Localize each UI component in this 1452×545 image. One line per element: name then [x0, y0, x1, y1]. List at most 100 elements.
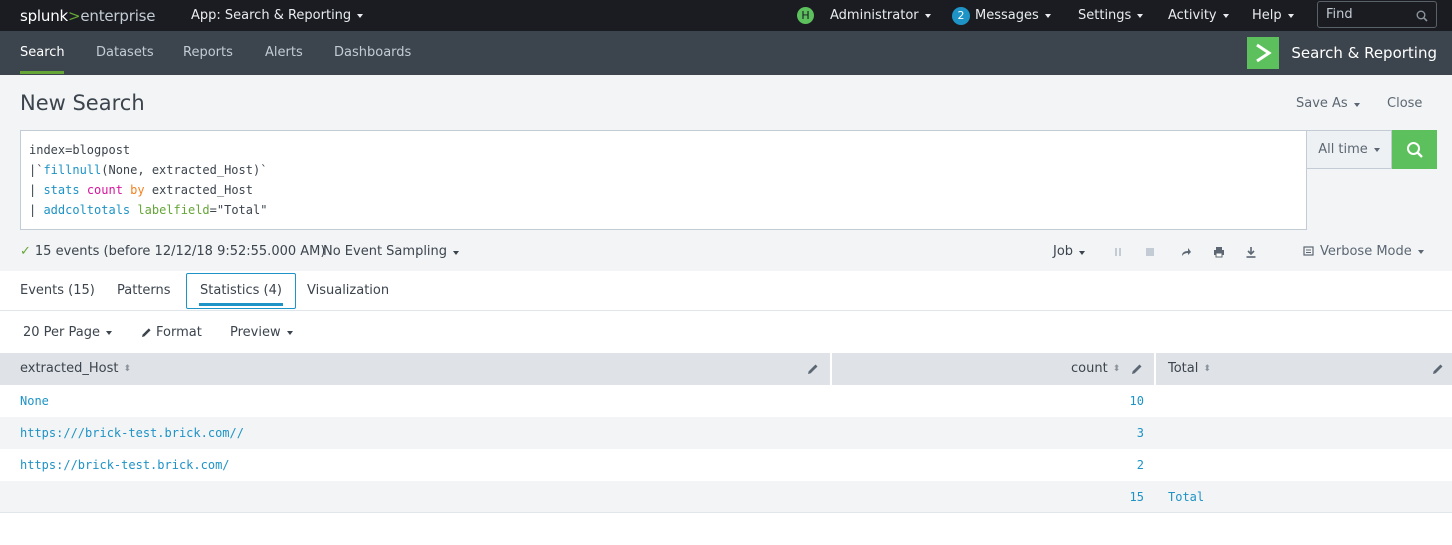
- tab-patterns[interactable]: Patterns: [117, 271, 171, 311]
- chevron-down-icon: [286, 330, 293, 335]
- app-bar: Search Datasets Reports Alerts Dashboard…: [0, 31, 1452, 75]
- chevron-down-icon: [1353, 103, 1360, 107]
- column-header-label: count: [1071, 361, 1108, 376]
- page-title: New Search: [20, 91, 145, 115]
- column-divider: [1154, 353, 1156, 385]
- chevron-down-icon: [1222, 13, 1229, 18]
- cell-total[interactable]: Total: [1168, 481, 1204, 513]
- sort-icon: ⬍: [123, 364, 132, 374]
- search-status: ✓ 15 events (before 12/12/18 9:52:55.000…: [20, 244, 325, 259]
- cell-count[interactable]: 3: [1044, 417, 1144, 449]
- cell-count[interactable]: 10: [1044, 385, 1144, 417]
- settings-menu[interactable]: Settings: [1078, 0, 1144, 31]
- preview-menu[interactable]: Preview: [230, 325, 293, 340]
- nav-datasets[interactable]: Datasets: [96, 31, 154, 75]
- chevron-down-icon: [1079, 251, 1086, 255]
- close-button[interactable]: Close: [1387, 96, 1422, 111]
- find-input[interactable]: [1326, 7, 1412, 22]
- find-field[interactable]: [1317, 1, 1437, 28]
- nav-dashboards[interactable]: Dashboards: [334, 31, 411, 75]
- print-icon[interactable]: [1211, 245, 1227, 259]
- logo-brand: splunk: [20, 6, 69, 25]
- preview-label: Preview: [230, 325, 281, 340]
- share-icon[interactable]: [1178, 245, 1194, 259]
- job-menu[interactable]: Job: [1053, 244, 1086, 259]
- tab-visualization[interactable]: Visualization: [307, 271, 389, 311]
- pause-icon[interactable]: [1110, 245, 1126, 259]
- command-token: stats: [43, 183, 80, 197]
- time-range-label: All time: [1318, 142, 1368, 157]
- nav-alerts[interactable]: Alerts: [265, 31, 303, 75]
- cell-extracted-host[interactable]: https://brick-test.brick.com/: [20, 449, 230, 481]
- chevron-down-icon: [106, 330, 112, 335]
- edit-column-icon[interactable]: [1131, 363, 1143, 375]
- tab-statistics[interactable]: Statistics (4): [186, 273, 296, 309]
- messages-count-badge: 2: [952, 6, 970, 25]
- cell-extracted-host[interactable]: None: [20, 385, 49, 417]
- app-title[interactable]: Search & Reporting: [1247, 31, 1437, 75]
- search-mode-menu[interactable]: Verbose Mode: [1303, 244, 1424, 259]
- format-menu[interactable]: Format: [141, 325, 202, 340]
- search-button[interactable]: [1392, 130, 1437, 169]
- query-line: | stats count by extracted_Host: [29, 180, 1298, 200]
- argument-token: labelfield: [137, 203, 210, 217]
- query-line-text: index=blogpost: [29, 143, 131, 157]
- column-divider: [830, 353, 832, 385]
- table-controls: 20 Per Page Format Preview: [0, 311, 1452, 353]
- activity-menu[interactable]: Activity: [1168, 0, 1229, 31]
- search-app-icon: [1247, 37, 1280, 69]
- event-sampling-menu[interactable]: No Event Sampling: [323, 244, 460, 259]
- format-label: Format: [156, 325, 202, 340]
- app-menu[interactable]: App: Search & Reporting: [191, 0, 364, 31]
- table-row: 15 Total: [0, 481, 1452, 513]
- query-line-text: | stats count by extracted_Host: [29, 183, 253, 197]
- cell-count[interactable]: 2: [1044, 449, 1144, 481]
- active-tab-indicator: [199, 303, 283, 306]
- time-range-picker[interactable]: All time: [1307, 130, 1392, 169]
- splunk-logo[interactable]: splunk > enterprise: [20, 0, 156, 31]
- result-tabs: Events (15) Patterns Statistics (4) Visu…: [0, 271, 1452, 311]
- nav-reports[interactable]: Reports: [183, 31, 233, 75]
- column-header-extracted-host[interactable]: extracted_Host ⬍: [20, 353, 131, 385]
- activity-label: Activity: [1168, 8, 1217, 23]
- query-line-text: | addcoltotals labelfield="Total": [29, 203, 268, 217]
- top-bar: splunk > enterprise App: Search & Reportin…: [0, 0, 1452, 31]
- chevron-down-icon: [1044, 13, 1051, 18]
- column-header-label: Total: [1168, 361, 1199, 376]
- settings-label: Settings: [1078, 8, 1132, 23]
- query-line: | addcoltotals labelfield="Total": [29, 200, 1298, 220]
- edit-column-icon[interactable]: [807, 363, 819, 375]
- cell-count[interactable]: 15: [1044, 481, 1144, 513]
- function-token: count: [86, 183, 123, 197]
- tab-events[interactable]: Events (15): [20, 271, 95, 311]
- cell-extracted-host[interactable]: https:///brick-test.brick.com//: [20, 417, 244, 449]
- macro-token: fillnull: [43, 163, 102, 177]
- check-icon: ✓: [20, 244, 31, 259]
- app-title-label: Search & Reporting: [1291, 44, 1437, 62]
- help-label: Help: [1252, 8, 1282, 23]
- column-header-count[interactable]: count ⬍: [1071, 353, 1120, 385]
- column-header-total[interactable]: Total ⬍: [1168, 353, 1211, 385]
- messages-menu[interactable]: 2 Messages: [952, 0, 1051, 31]
- keyword-token: by: [130, 183, 145, 197]
- search-icon[interactable]: [1416, 10, 1428, 22]
- logo-gt: >: [68, 6, 81, 25]
- pencil-icon: [142, 328, 151, 337]
- stop-icon[interactable]: [1142, 245, 1158, 259]
- user-menu[interactable]: H Administrator: [797, 0, 931, 31]
- sort-icon: ⬍: [1112, 364, 1121, 374]
- save-as-label: Save As: [1296, 96, 1348, 111]
- chevron-down-icon: [924, 13, 931, 18]
- search-query-editor[interactable]: index=blogpost |`fillnull(None, extracte…: [20, 130, 1307, 230]
- nav-search[interactable]: Search: [20, 31, 65, 75]
- user-name: Administrator: [830, 8, 919, 23]
- table-row: None 10: [0, 385, 1452, 417]
- help-menu[interactable]: Help: [1252, 0, 1294, 31]
- edit-column-icon[interactable]: [1432, 363, 1444, 375]
- command-token: addcoltotals: [43, 203, 131, 217]
- export-icon[interactable]: [1243, 245, 1259, 259]
- per-page-menu[interactable]: 20 Per Page: [23, 325, 112, 340]
- save-as-button[interactable]: Save As: [1296, 96, 1360, 111]
- statistics-table: extracted_Host ⬍ count ⬍ Total ⬍ None 10 ht…: [0, 353, 1452, 513]
- search-icon: [1406, 141, 1423, 158]
